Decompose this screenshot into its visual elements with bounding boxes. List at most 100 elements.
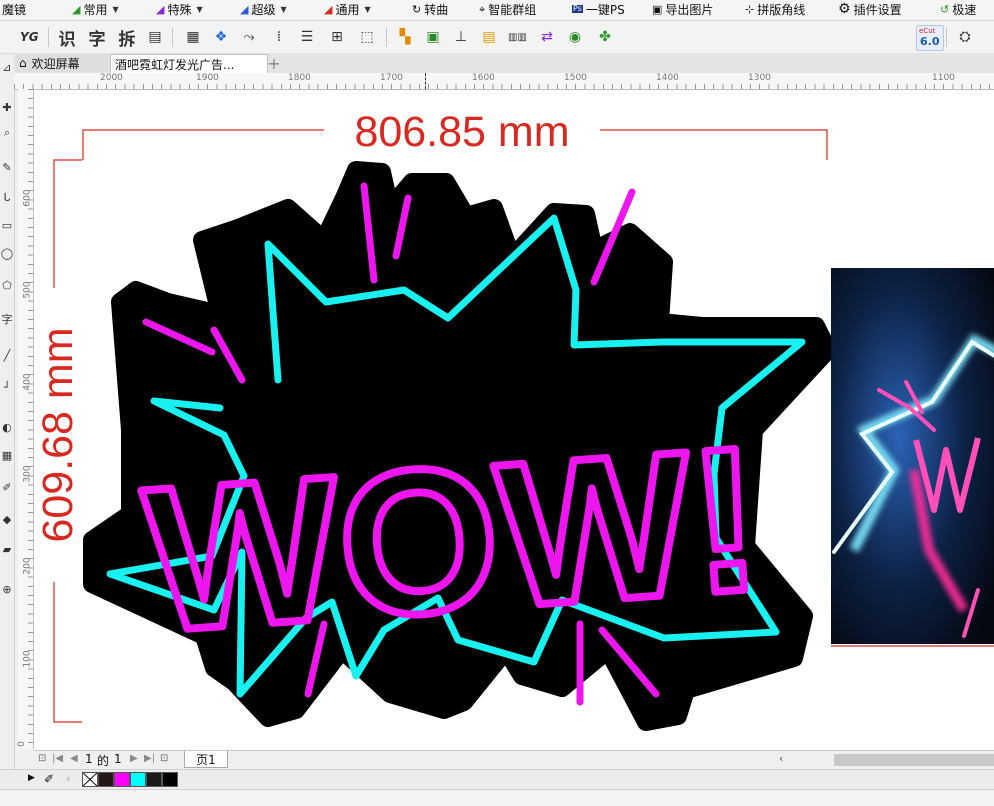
group-icon[interactable]: ⊞ — [328, 27, 346, 47]
palette-scroll-left-icon[interactable]: ‹ — [66, 772, 70, 785]
list-icon[interactable]: ▤ — [480, 27, 498, 47]
ruler-tick-label: 1700 — [380, 73, 403, 83]
barcode-icon[interactable]: ▥▥ — [508, 27, 527, 47]
swatch-dark-gray[interactable] — [146, 772, 162, 787]
swatch-registration-black[interactable] — [98, 772, 114, 787]
menu-super[interactable]: ◢ 超级 ▼ — [240, 0, 287, 18]
dimension-tool-icon[interactable]: ╱ — [0, 349, 14, 362]
add-tab-button[interactable]: + — [266, 54, 282, 73]
arrange-icon[interactable]: ▚ — [396, 27, 414, 47]
drawing-canvas[interactable]: 806.85 mm 609.68 mm WOW! — [34, 90, 994, 750]
menu-label: 魔镜 — [2, 2, 27, 17]
menu-crop-marks[interactable]: ⊹ 拼版角线 — [745, 0, 805, 18]
page-navigation-bar: ⊡ |◀ ◀ 1 的 1 ▶ ▶| ⊡ 页1 ‹ — [34, 750, 994, 769]
general-tools-icon: ◢ — [324, 2, 333, 16]
menu-special[interactable]: ◢ 特殊 ▼ — [156, 0, 203, 18]
menu-convert-curve[interactable]: ↻ 转曲 — [412, 0, 448, 18]
shadow-tool-icon[interactable]: ◐ — [0, 421, 14, 434]
swatch-black[interactable] — [162, 772, 178, 787]
horizontal-ruler[interactable]: 2000 1900 1800 1700 1600 1500 1400 1300 … — [14, 73, 994, 90]
yg-button[interactable]: YG — [20, 27, 39, 47]
plugin-manager-icon[interactable]: ⛭ — [956, 27, 974, 47]
reference-photo[interactable] — [831, 268, 994, 650]
next-page-icon[interactable]: ▶ — [130, 753, 138, 764]
horizontal-scrollbar[interactable] — [834, 754, 994, 766]
ruler-tick-label: 1500 — [564, 73, 587, 83]
ruler-tick-label: 1400 — [656, 73, 679, 83]
toolbox: ↖ ⊿ ✚ ⌕ ✎ ᒐ ▭ ◯ ⬠ 字 ╱ ┘ ◐ ▦ ✐ ◆ ▰ ⊕ — [0, 21, 15, 791]
transparency-tool-icon[interactable]: ▦ — [0, 449, 14, 462]
tab-document[interactable]: 酒吧霓虹灯发光广告... — [110, 54, 268, 73]
menu-label: 插件设置 — [853, 2, 902, 17]
palette-menu-icon[interactable]: ▶ — [28, 773, 35, 783]
swatch-none[interactable] — [82, 772, 98, 787]
puzzle-icon[interactable]: ✤ — [596, 27, 614, 47]
ecut-brand: eCut — [919, 27, 936, 35]
previous-page-icon[interactable]: ◀ — [70, 753, 78, 764]
page-of-label: 的 — [97, 754, 110, 768]
vertical-ruler[interactable]: 600 500 400 300 200 100 0 — [17, 89, 34, 749]
common-tools-icon: ◢ — [72, 2, 81, 16]
swatch-cyan[interactable] — [130, 772, 146, 787]
menu-general[interactable]: ◢ 通用 ▼ — [324, 0, 371, 18]
shuffle-icon[interactable]: ⇄ — [538, 27, 556, 47]
neon-wow-text: WOW! — [134, 400, 771, 679]
pattern-icon[interactable]: ❖ — [212, 27, 230, 47]
character-button[interactable]: 字 — [88, 27, 106, 50]
cursor-marker — [425, 73, 426, 89]
ecut-button[interactable]: eCut 6.0 — [916, 25, 944, 51]
first-page-icon[interactable]: |◀ — [52, 753, 63, 764]
table-icon[interactable]: ▦ — [184, 27, 202, 47]
node-edit-icon[interactable]: ⤳ — [240, 27, 258, 47]
split-button[interactable]: 拆 — [118, 27, 136, 50]
freehand-tool-icon[interactable]: ✎ — [0, 161, 14, 174]
menu-export-image[interactable]: ▣ 导出图片 — [652, 0, 713, 18]
crop-tool-icon[interactable]: ✚ — [0, 101, 14, 114]
image-icon[interactable]: ▣ — [424, 27, 442, 47]
eyedropper-tool-icon[interactable]: ✐ — [0, 481, 14, 494]
menu-smart-group[interactable]: ⌖ 智能群组 — [479, 0, 536, 18]
connector-tool-icon[interactable]: ┘ — [0, 381, 14, 394]
menu-one-key-ps[interactable]: Ps 一键PS — [572, 0, 625, 18]
curve-tool-icon[interactable]: ᒐ — [0, 191, 14, 204]
shape-tool-icon[interactable]: ⊿ — [0, 61, 14, 74]
page-tab[interactable]: 页1 — [184, 751, 228, 768]
tab-label: 欢迎屏幕 — [31, 56, 80, 71]
text-tool-icon[interactable]: 字 — [0, 311, 14, 327]
smart-group-icon: ⌖ — [479, 2, 486, 16]
color-palette: ▶ ✐ ‹ — [0, 769, 994, 790]
height-dimension[interactable]: 609.68 mm — [34, 159, 82, 723]
text-align-icon[interactable]: ⊥ — [452, 27, 470, 47]
document-icon[interactable]: ▤ — [146, 27, 164, 47]
recognize-button[interactable]: 识 — [58, 27, 76, 50]
menu-common[interactable]: ◢ 常用 ▼ — [72, 0, 119, 18]
last-page-icon[interactable]: ▶| — [144, 753, 155, 764]
tab-welcome[interactable]: ⌂ 欢迎屏幕 — [16, 54, 108, 72]
ecut-version: 6.0 — [920, 35, 940, 48]
menu-plugin-settings[interactable]: ⚙ 插件设置 — [838, 0, 902, 18]
align-lines-icon[interactable]: ☰ — [298, 27, 316, 47]
fill-tool-icon[interactable]: ◆ — [0, 513, 14, 526]
export-image-icon: ▣ — [652, 2, 663, 16]
current-page-number[interactable]: 1 — [85, 752, 93, 766]
add-page-icon[interactable]: ⊡ — [160, 753, 168, 764]
spiral-icon[interactable]: ◉ — [566, 27, 584, 47]
eyedropper-icon[interactable]: ✐ — [44, 772, 54, 786]
zoom-tool-icon[interactable]: ⌕ — [0, 126, 14, 140]
page-options-icon[interactable]: ⊡ — [38, 753, 46, 764]
polygon-tool-icon[interactable]: ⬠ — [0, 279, 14, 292]
menu-mirror[interactable]: 魔镜 — [2, 0, 26, 18]
toolbar-divider — [386, 27, 387, 47]
ellipse-tool-icon[interactable]: ◯ — [0, 247, 14, 260]
distribute-icon[interactable]: ⁞ — [270, 27, 288, 47]
add-tool-icon[interactable]: ⊕ — [0, 583, 14, 596]
crop-marks-icon: ⊹ — [745, 2, 755, 16]
menu-label: 超级 — [251, 2, 276, 17]
scroll-left-icon[interactable]: ‹ — [779, 752, 783, 765]
smart-fill-tool-icon[interactable]: ▰ — [0, 543, 14, 556]
rectangle-tool-icon[interactable]: ▭ — [0, 219, 14, 232]
menu-turbo[interactable]: ↺ 极速 — [940, 0, 976, 18]
swatch-magenta[interactable] — [114, 772, 130, 787]
select-area-icon[interactable]: ⬚ — [358, 27, 376, 47]
width-dimension[interactable]: 806.85 mm — [82, 108, 828, 160]
